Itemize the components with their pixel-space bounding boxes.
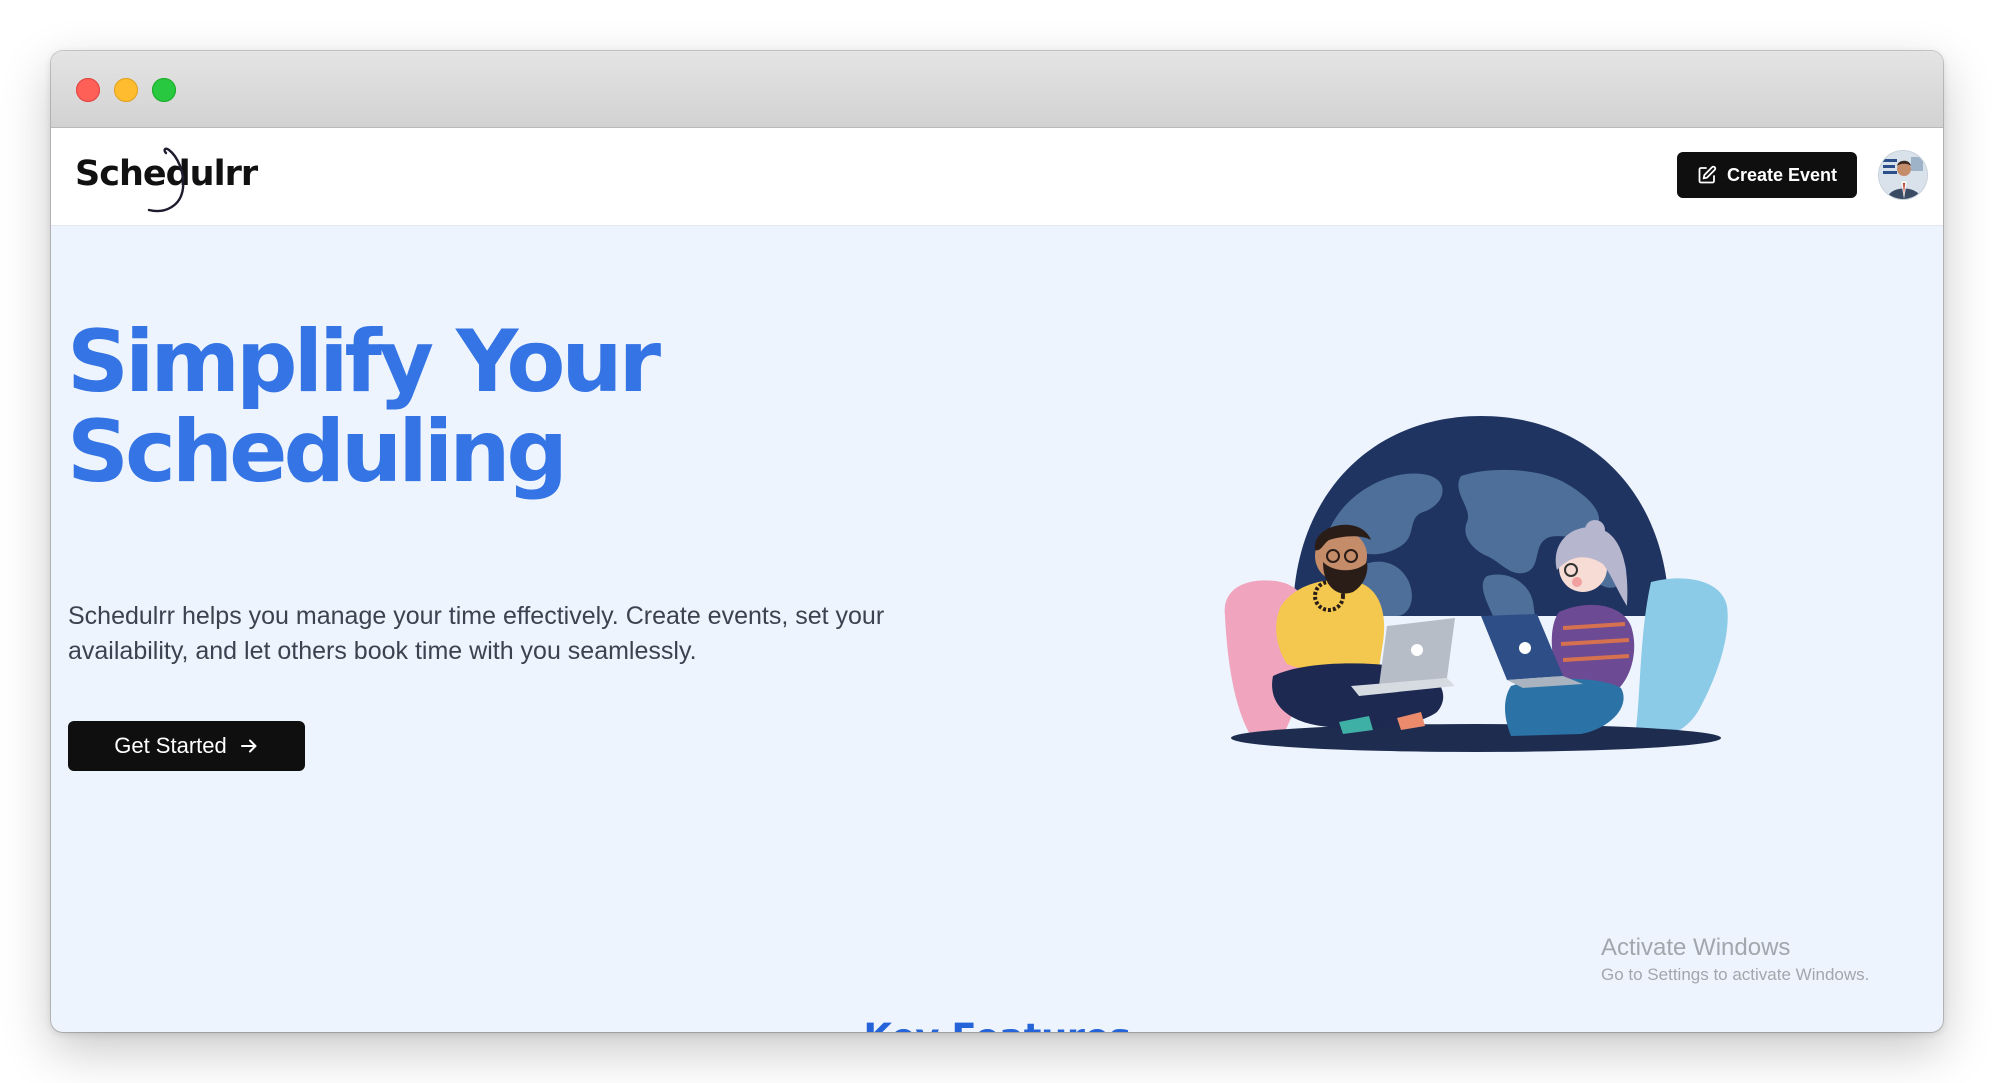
activate-windows-title: Activate Windows (1601, 934, 1791, 961)
activate-windows-subtitle: Go to Settings to activate Windows. (1601, 965, 1870, 984)
user-avatar[interactable] (1879, 151, 1927, 199)
close-window-button[interactable] (76, 78, 100, 102)
zoom-window-button[interactable] (152, 78, 176, 102)
get-started-label: Get Started (114, 733, 227, 758)
edit-icon (1697, 165, 1717, 185)
get-started-button[interactable]: Get Started (68, 721, 305, 771)
site-header: Schedulrr Create Event (51, 128, 1943, 226)
people-working-globe-illustration (1224, 416, 1728, 752)
desktop: Schedulrr Create Event Simplify Your Sch… (0, 0, 1994, 1083)
activate-windows-watermark: Activate Windows Go to Settings to activ… (1601, 933, 1869, 987)
window-titlebar (51, 51, 1943, 128)
logo-swoosh-icon (147, 147, 185, 213)
hero-title-line-1: Simplify Your (67, 312, 661, 412)
schedulrr-logo[interactable]: Schedulrr (73, 136, 263, 218)
browser-window: Schedulrr Create Event Simplify Your Sch… (51, 51, 1943, 1032)
arrow-right-icon (239, 736, 259, 756)
key-features-heading: Key Features (51, 1016, 1943, 1032)
hero-description: Schedulrr helps you manage your time eff… (68, 602, 885, 665)
hero-illustration (1211, 406, 1751, 776)
minimize-window-button[interactable] (114, 78, 138, 102)
hero-title: Simplify Your Scheduling (67, 317, 827, 497)
create-event-label: Create Event (1726, 164, 1838, 185)
hero-title-line-2: Scheduling (67, 402, 568, 502)
create-event-button[interactable]: Create Event (1677, 152, 1857, 198)
user-avatar-icon (1879, 151, 1927, 199)
